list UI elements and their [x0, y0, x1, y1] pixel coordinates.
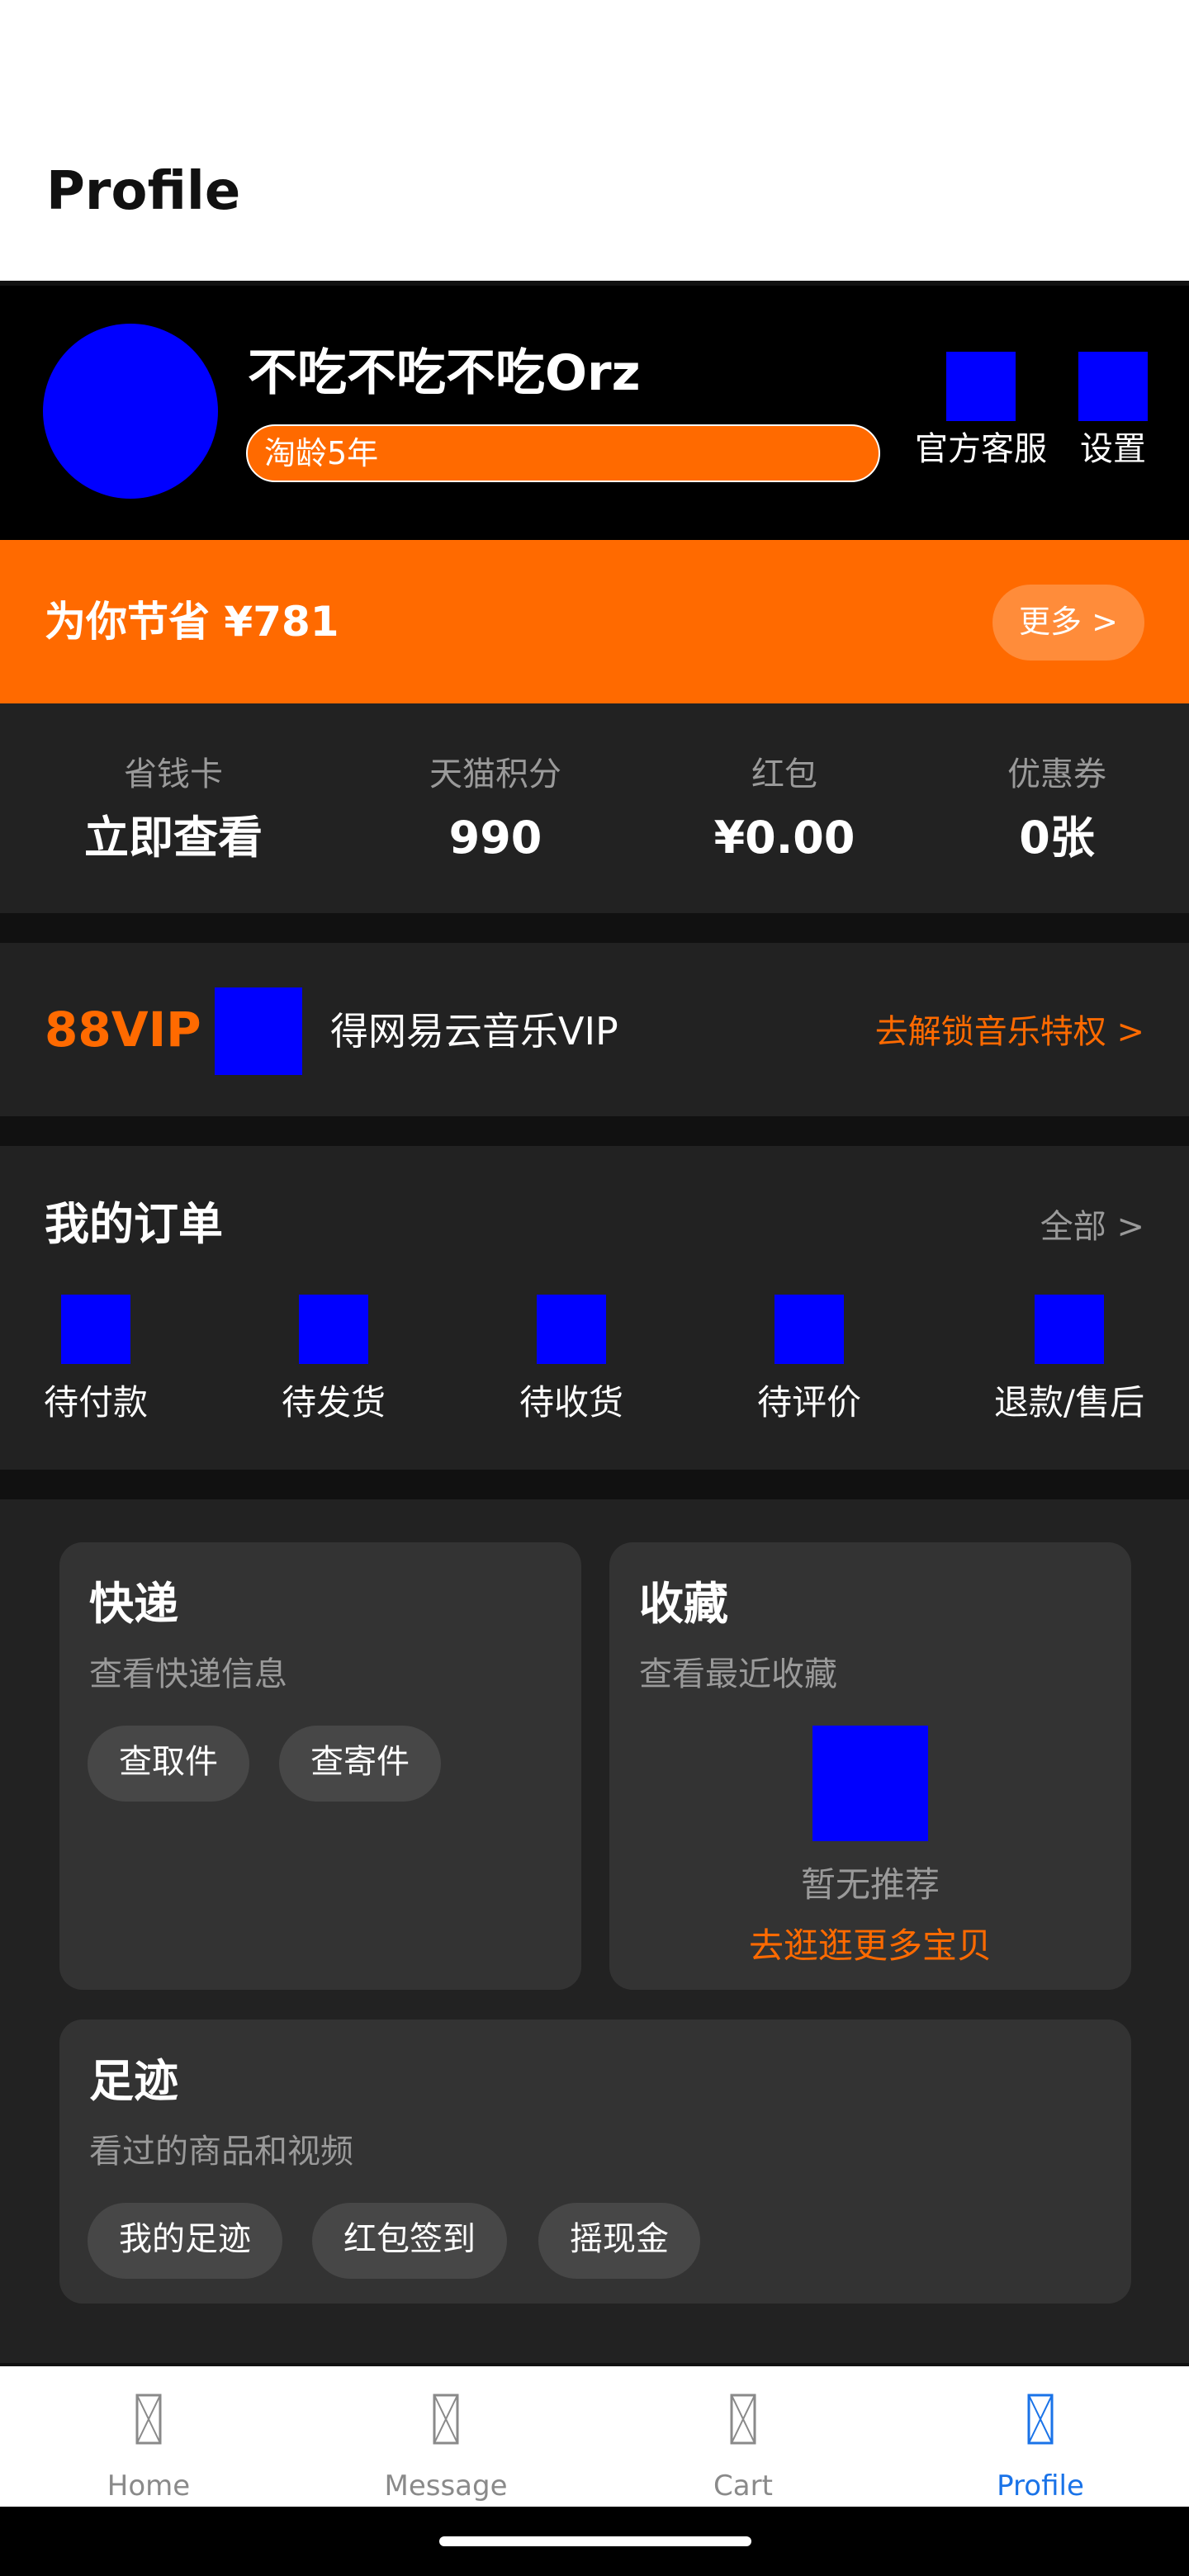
settings-button[interactable]: 设置	[1078, 352, 1148, 467]
empty-favorites-icon	[812, 1726, 928, 1841]
orders-section: 我的订单 全部 > 待付款 待发货 待收货 待评价 退款/售后	[0, 1146, 1189, 1470]
tab-profile[interactable]: Profile	[892, 2366, 1189, 2507]
footprints-title: 足迹	[89, 2055, 178, 2107]
order-item-label: 待评价	[756, 1382, 861, 1423]
favorites-subtitle: 查看最近收藏	[639, 1655, 837, 1693]
home-icon	[135, 2394, 162, 2445]
express-title: 快递	[89, 1578, 178, 1630]
customer-service-label: 官方客服	[915, 430, 1047, 468]
account-age-label: 淘龄5年	[264, 435, 379, 471]
chip-label: 查取件	[119, 1743, 218, 1781]
pending-shipment-icon	[299, 1295, 368, 1364]
favorites-card[interactable]: 收藏 查看最近收藏 暂无推荐 去逛逛更多宝贝	[609, 1542, 1131, 1990]
tab-cart[interactable]: Cart	[594, 2366, 892, 2507]
vip-banner[interactable]: 88VIP 得网易云音乐VIP 去解锁音乐特权 >	[0, 943, 1189, 1116]
tab-home[interactable]: Home	[0, 2366, 297, 2507]
favorites-empty-text: 暂无推荐	[800, 1864, 940, 1905]
order-pending-payment[interactable]: 待付款	[38, 1295, 154, 1420]
check-pickup-chip[interactable]: 查取件	[88, 1726, 249, 1802]
services-section: 快递 查看快递信息 查取件 查寄件 收藏 查看最近收藏 暂无推荐 去逛逛更多宝贝…	[0, 1499, 1189, 2363]
savings-title: 为你节省 ¥781	[45, 598, 339, 646]
asset-red-packet[interactable]: 红包 ¥0.00	[694, 758, 875, 860]
refund-icon	[1035, 1295, 1104, 1364]
order-refund[interactable]: 退款/售后	[983, 1295, 1156, 1420]
chip-label: 摇现金	[570, 2220, 669, 2258]
favorites-title: 收藏	[639, 1578, 728, 1630]
settings-icon	[1078, 352, 1148, 421]
pending-payment-icon	[61, 1295, 130, 1364]
app-header: Profile	[0, 0, 1189, 281]
cart-icon	[730, 2394, 756, 2445]
asset-savings-card[interactable]: 省钱卡 立即查看	[83, 758, 264, 860]
tab-label: Home	[107, 2469, 191, 2503]
asset-label: 天猫积分	[429, 755, 561, 793]
asset-label: 优惠券	[1007, 755, 1106, 793]
chip-label: 查寄件	[310, 1743, 410, 1781]
savings-more-label: 更多 >	[1019, 604, 1118, 640]
account-age-badge: 淘龄5年	[246, 424, 880, 482]
my-footprints-chip[interactable]: 我的足迹	[88, 2203, 282, 2279]
red-packet-signin-chip[interactable]: 红包签到	[312, 2203, 507, 2279]
vip-unlock-link[interactable]: 去解锁音乐特权 >	[875, 1016, 1144, 1049]
message-icon	[433, 2394, 459, 2445]
asset-value: 0张	[1019, 812, 1095, 864]
page-title: Profile	[46, 161, 241, 222]
tab-label: Message	[384, 2469, 508, 2503]
orders-title: 我的订单	[45, 1198, 223, 1250]
chip-label: 我的足迹	[119, 2220, 251, 2258]
express-subtitle: 查看快递信息	[89, 1655, 287, 1693]
customer-service-icon	[946, 352, 1016, 421]
orders-all-link[interactable]: 全部 >	[1040, 1210, 1144, 1243]
asset-value: ¥0.00	[713, 812, 855, 864]
customer-service-button[interactable]: 官方客服	[915, 352, 1047, 467]
tab-label: Profile	[997, 2469, 1084, 2503]
system-home-bar	[0, 2507, 1189, 2576]
savings-banner[interactable]: 为你节省 ¥781 更多 >	[0, 540, 1189, 703]
profile-icon	[1027, 2394, 1054, 2445]
username: 不吃不吃不吃Orz	[248, 344, 641, 402]
home-indicator[interactable]	[439, 2536, 751, 2546]
asset-label: 省钱卡	[124, 755, 223, 793]
footprints-subtitle: 看过的商品和视频	[89, 2133, 353, 2171]
asset-coupons[interactable]: 优惠券 0张	[966, 758, 1148, 860]
avatar[interactable]	[43, 324, 218, 499]
order-pending-receipt[interactable]: 待收货	[514, 1295, 629, 1420]
order-item-label: 待收货	[519, 1382, 623, 1423]
asset-tmall-points[interactable]: 天猫积分 990	[405, 758, 586, 860]
pending-receipt-icon	[537, 1295, 606, 1364]
order-pending-review[interactable]: 待评价	[751, 1295, 867, 1420]
vip-benefit-text: 得网易云音乐VIP	[330, 1009, 618, 1054]
order-item-label: 待付款	[43, 1382, 148, 1423]
profile-section: 不吃不吃不吃Orz 淘龄5年 官方客服 设置	[0, 286, 1189, 540]
vip-title: 88VIP	[45, 1002, 201, 1058]
order-item-label: 待发货	[281, 1382, 386, 1423]
footprints-card[interactable]: 足迹 看过的商品和视频 我的足迹 红包签到 摇现金	[59, 2020, 1131, 2304]
assets-row: 省钱卡 立即查看 天猫积分 990 红包 ¥0.00 优惠券 0张	[0, 703, 1189, 913]
express-card[interactable]: 快递 查看快递信息 查取件 查寄件	[59, 1542, 581, 1990]
settings-label: 设置	[1080, 430, 1146, 468]
tab-message[interactable]: Message	[297, 2366, 594, 2507]
pending-review-icon	[775, 1295, 844, 1364]
savings-more-button[interactable]: 更多 >	[992, 585, 1144, 661]
shake-cash-chip[interactable]: 摇现金	[538, 2203, 700, 2279]
check-send-chip[interactable]: 查寄件	[279, 1726, 441, 1802]
order-pending-shipment[interactable]: 待发货	[276, 1295, 391, 1420]
asset-value: 立即查看	[84, 812, 263, 864]
browse-more-link[interactable]: 去逛逛更多宝贝	[609, 1929, 1131, 1963]
chip-label: 红包签到	[343, 2220, 476, 2258]
asset-value: 990	[448, 812, 542, 864]
bottom-nav: Home Message Cart Profile	[0, 2366, 1189, 2507]
order-item-label: 退款/售后	[993, 1382, 1145, 1423]
asset-label: 红包	[751, 755, 817, 793]
music-vip-icon	[215, 987, 302, 1075]
tab-label: Cart	[713, 2469, 773, 2503]
